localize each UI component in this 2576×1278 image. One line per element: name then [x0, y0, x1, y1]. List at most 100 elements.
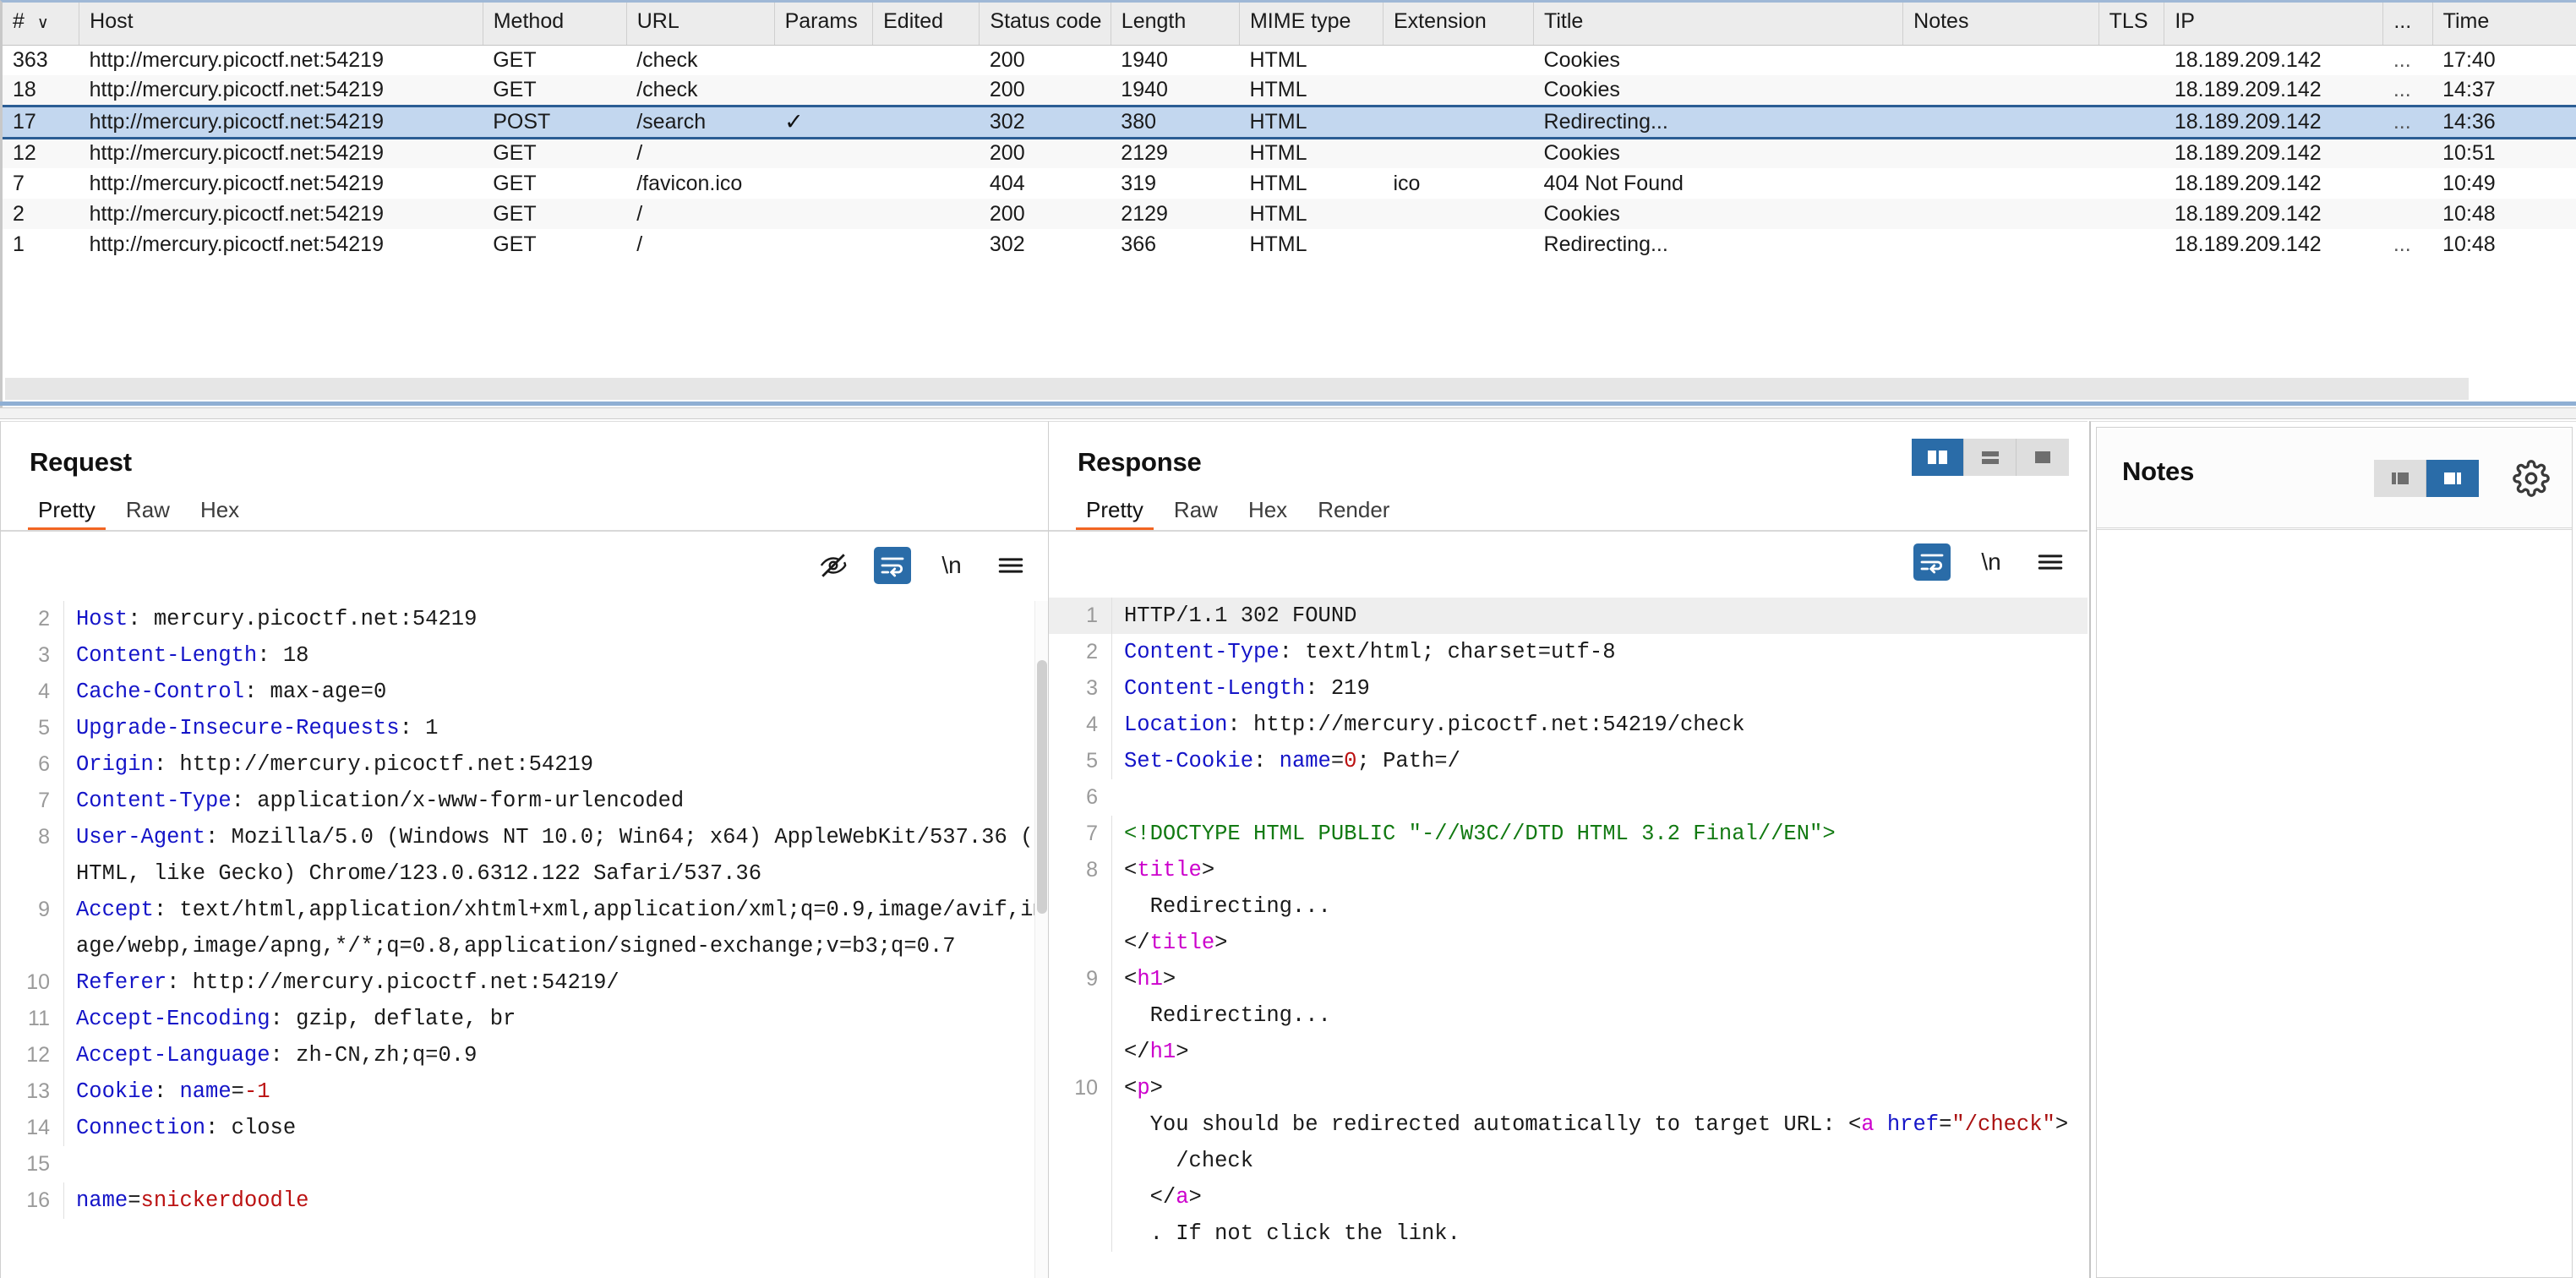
table-row[interactable]: 12 http://mercury.picoctf.net:54219 GET / 20…: [3, 138, 2576, 168]
cell-params: [774, 45, 873, 75]
line-number: 7: [38, 789, 50, 812]
code-line-text[interactable]: HTTP/1.1 302 FOUND: [1111, 598, 2088, 634]
gear-icon[interactable]: [2513, 460, 2550, 497]
column-header-url[interactable]: URL: [626, 3, 775, 46]
cell-host: http://mercury.picoctf.net:54219: [89, 77, 384, 101]
history-hscroll-thumb[interactable]: [5, 378, 2469, 400]
layout-horizontal-split-button[interactable]: [1964, 439, 2017, 476]
code-line-text[interactable]: Accept: text/html,application/xhtml+xml,…: [63, 892, 1048, 964]
column-header-host[interactable]: Host: [79, 3, 483, 46]
cell-ext: [1383, 75, 1533, 106]
notes-panel-title: Notes: [2122, 456, 2195, 486]
request-vscroll-thumb[interactable]: [1037, 660, 1047, 914]
eye-off-icon[interactable]: [815, 547, 852, 584]
code-line-text[interactable]: Content-Type: text/html; charset=utf-8: [1111, 634, 2088, 670]
column-header-title[interactable]: Title: [1533, 3, 1904, 46]
request-vertical-scrollbar[interactable]: [1034, 601, 1048, 1278]
menu-icon[interactable]: [992, 547, 1029, 584]
notes-content-area[interactable]: [2097, 529, 2572, 1277]
newline-label: \n: [941, 552, 962, 578]
newline-icon[interactable]: \n: [933, 547, 970, 584]
code-line-text[interactable]: Connection: close: [63, 1110, 1048, 1146]
tab-response-hex[interactable]: Hex: [1233, 497, 1302, 532]
tab-request-raw[interactable]: Raw: [111, 497, 185, 532]
code-line-text[interactable]: Cache-Control: max-age=0: [63, 674, 1048, 710]
horizontal-splitter[interactable]: [0, 407, 2576, 419]
cell-mime: HTML: [1249, 109, 1307, 134]
code-token: Content-Type: [1124, 640, 1280, 664]
cell-title: Cookies: [1543, 201, 1620, 226]
menu-icon[interactable]: [2032, 543, 2069, 581]
code-line: 1 HTTP/1.1 302 FOUND: [1049, 598, 2088, 634]
cell-length: 366: [1121, 232, 1157, 256]
cell-params: [774, 168, 873, 199]
proxy-http-history-table[interactable]: # ∨ Host Method URL Params Edited Status…: [0, 0, 2576, 414]
table-row[interactable]: 7 http://mercury.picoctf.net:54219 GET/fav…: [3, 168, 2576, 199]
code-line-text[interactable]: Content-Length: 18: [63, 637, 1048, 674]
cell-time: 14:36: [2442, 109, 2496, 134]
code-token: : close: [205, 1116, 297, 1140]
code-line-text[interactable]: name=snickerdoodle: [63, 1182, 1048, 1219]
response-layout-toggle-group: [1912, 439, 2069, 476]
notes-layout-left-button[interactable]: [2374, 460, 2426, 497]
code-token: : 219: [1305, 676, 1370, 701]
column-header-ip[interactable]: IP: [2164, 3, 2384, 46]
tab-response-raw[interactable]: Raw: [1159, 497, 1233, 532]
tab-request-hex[interactable]: Hex: [185, 497, 254, 532]
code-token: href: [1886, 1112, 1940, 1137]
tab-response-render[interactable]: Render: [1302, 497, 1405, 532]
code-token: title: [1149, 931, 1215, 955]
column-header-method[interactable]: Method: [483, 3, 627, 46]
table-row[interactable]: 1 http://mercury.picoctf.net:54219 GET / 302…: [3, 229, 2576, 259]
column-header-time[interactable]: Time: [2432, 3, 2576, 46]
history-horizontal-scrollbar[interactable]: [5, 378, 2469, 400]
cell-notes: [1903, 229, 2099, 259]
tab-request-pretty[interactable]: Pretty: [23, 497, 111, 532]
word-wrap-icon[interactable]: [1913, 543, 1951, 581]
code-line: 5 Upgrade-Insecure-Requests: 1: [1, 710, 1048, 746]
column-header-status[interactable]: Status code: [979, 3, 1111, 46]
column-header-tls[interactable]: TLS: [2098, 3, 2165, 46]
notes-layout-right-button[interactable]: [2426, 460, 2479, 497]
column-header-edited[interactable]: Edited: [872, 3, 980, 46]
code-line-text[interactable]: <!DOCTYPE HTML PUBLIC "-//W3C//DTD HTML …: [1111, 816, 2088, 852]
tab-response-pretty[interactable]: Pretty: [1071, 497, 1159, 532]
request-code-view[interactable]: 2 Host: mercury.picoctf.net:54219 3 Content…: [1, 601, 1048, 1278]
column-header-mime-type[interactable]: MIME type: [1239, 3, 1384, 46]
column-header-params[interactable]: Params: [774, 3, 874, 46]
code-line-text[interactable]: Accept-Encoding: gzip, deflate, br: [63, 1001, 1048, 1037]
code-line-text[interactable]: Upgrade-Insecure-Requests: 1: [63, 710, 1048, 746]
column-header-number[interactable]: # ∨: [3, 3, 80, 46]
code-line-text[interactable]: <p> You should be redirected automatical…: [1111, 1070, 2088, 1252]
code-line-text[interactable]: Host: mercury.picoctf.net:54219: [63, 601, 1048, 637]
code-line-text[interactable]: <h1> Redirecting... </h1>: [1111, 961, 2088, 1070]
table-row[interactable]: 363 http://mercury.picoctf.net:54219 GET/c…: [3, 45, 2576, 75]
table-row[interactable]: 2 http://mercury.picoctf.net:54219 GET / 200…: [3, 199, 2576, 229]
layout-vertical-split-button[interactable]: [1912, 439, 1964, 476]
code-line-text[interactable]: Content-Length: 219: [1111, 670, 2088, 707]
column-header-overflow[interactable]: ...: [2382, 3, 2433, 46]
layout-single-pane-button[interactable]: [2017, 439, 2069, 476]
response-code-view[interactable]: 1 HTTP/1.1 302 FOUND 2 Content-Type: text/h…: [1049, 598, 2088, 1278]
code-line-text[interactable]: Content-Type: application/x-www-form-url…: [63, 783, 1048, 819]
code-line-text[interactable]: User-Agent: Mozilla/5.0 (Windows NT 10.0…: [63, 819, 1048, 892]
cell-notes: [1903, 168, 2099, 199]
code-token: : zh-CN,zh;q=0.9: [270, 1043, 478, 1068]
column-header-length[interactable]: Length: [1111, 3, 1240, 46]
table-row[interactable]: 18 http://mercury.picoctf.net:54219 GET/ch…: [3, 75, 2576, 106]
code-line-text[interactable]: Set-Cookie: name=0; Path=/: [1111, 743, 2088, 779]
code-line-text[interactable]: Cookie: name=-1: [63, 1073, 1048, 1110]
newline-icon[interactable]: \n: [1973, 543, 2010, 581]
table-row[interactable]: 17 http://mercury.picoctf.net:54219 POST/s…: [3, 106, 2576, 138]
code-line-text[interactable]: Referer: http://mercury.picoctf.net:5421…: [63, 964, 1048, 1001]
code-line-text[interactable]: <title> Redirecting... </title>: [1111, 852, 2088, 961]
column-header-extension[interactable]: Extension: [1383, 3, 1535, 46]
code-line-text[interactable]: Location: http://mercury.picoctf.net:542…: [1111, 707, 2088, 743]
cell-mime: HTML: [1249, 47, 1307, 72]
line-number: 1: [1086, 604, 1098, 627]
word-wrap-icon[interactable]: [874, 547, 911, 584]
column-header-notes[interactable]: Notes: [1902, 3, 2099, 46]
code-line-text[interactable]: Origin: http://mercury.picoctf.net:54219: [63, 746, 1048, 783]
code-line-text[interactable]: Accept-Language: zh-CN,zh;q=0.9: [63, 1037, 1048, 1073]
